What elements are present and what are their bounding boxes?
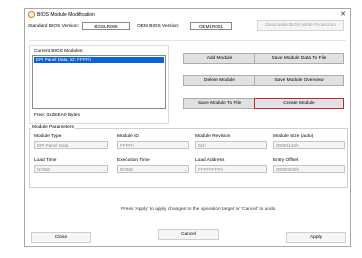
module-revision-field[interactable]: 01h — [195, 141, 267, 149]
title-bar: BIOS Module Modification ✕ — [25, 9, 350, 20]
oem-bios-version-field[interactable]: OEM1R001 — [190, 22, 232, 30]
load-address-field[interactable]: FFFFFFFFh — [195, 165, 267, 173]
module-id-label: Module ID — [117, 134, 139, 139]
current-modules-label: Current BIOS Modules: — [34, 49, 84, 54]
module-id-field[interactable]: FFFFh — [117, 141, 189, 149]
load-time-value: NONE — [37, 167, 51, 172]
execution-time-combo[interactable]: NONE ⌄ — [117, 165, 189, 173]
module-size-label: Module Size (auto) — [273, 134, 314, 139]
entry-offset-field[interactable]: 00000000h — [273, 165, 345, 173]
cancel-button[interactable]: Cancel — [158, 229, 219, 240]
chevron-down-icon: ⌄ — [102, 167, 106, 172]
oem-bios-version-label: OEM BIOS Version: — [137, 24, 180, 29]
create-module-button[interactable]: Create Module — [254, 98, 344, 109]
save-module-to-file-button[interactable]: Save Module To File — [183, 98, 256, 109]
modules-list[interactable]: EPI Panel Data, ID: FFFFh — [32, 55, 166, 109]
list-item[interactable]: EPI Panel Data, ID: FFFFh — [34, 57, 164, 63]
execution-time-label: Execution Time — [117, 158, 150, 163]
save-module-data-button[interactable]: Save Module Data To File — [254, 53, 344, 64]
chevron-down-icon: ⌄ — [102, 143, 106, 148]
app-icon — [28, 11, 35, 18]
apply-hint-text: Press 'Apply' to apply changes to the op… — [121, 207, 277, 212]
apply-button[interactable]: Apply — [286, 232, 346, 243]
execution-time-value: NONE — [120, 167, 134, 172]
module-size-field[interactable]: 00001134h — [273, 141, 345, 149]
deactivate-write-protection-button[interactable]: Deactivate BIOS Write Protection — [257, 20, 344, 31]
close-button[interactable]: Close — [31, 232, 91, 243]
load-time-combo[interactable]: NONE ⌄ — [34, 165, 108, 173]
add-module-button[interactable]: Add Module — [183, 53, 256, 64]
save-module-overview-button[interactable]: Save Module Overview — [254, 75, 344, 86]
load-address-label: Load Address — [195, 158, 225, 163]
module-type-combo[interactable]: EPI Panel Data ⌄ — [34, 141, 108, 149]
delete-module-button[interactable]: Delete Module — [183, 75, 256, 86]
module-parameters-label: Module Parameters — [31, 125, 75, 130]
free-bytes-label: Free: 0x2EEA0 Bytes — [34, 113, 80, 118]
module-type-label: Module Type — [34, 134, 62, 139]
close-icon[interactable]: ✕ — [340, 10, 346, 18]
module-revision-label: Module Revision — [195, 134, 231, 139]
load-time-label: Load Time — [34, 158, 57, 163]
divider — [29, 40, 346, 41]
standard-bios-version-label: Standard BIOS Version: — [28, 24, 79, 29]
module-type-value: EPI Panel Data — [37, 143, 69, 148]
chevron-down-icon: ⌄ — [183, 167, 187, 172]
window-title: BIOS Module Modification — [37, 11, 95, 18]
standard-bios-version-field[interactable]: BGSLR009 — [82, 22, 130, 30]
entry-offset-label: Entry Offset — [273, 158, 299, 163]
bios-module-dialog: BIOS Module Modification ✕ Standard BIOS… — [24, 8, 351, 247]
